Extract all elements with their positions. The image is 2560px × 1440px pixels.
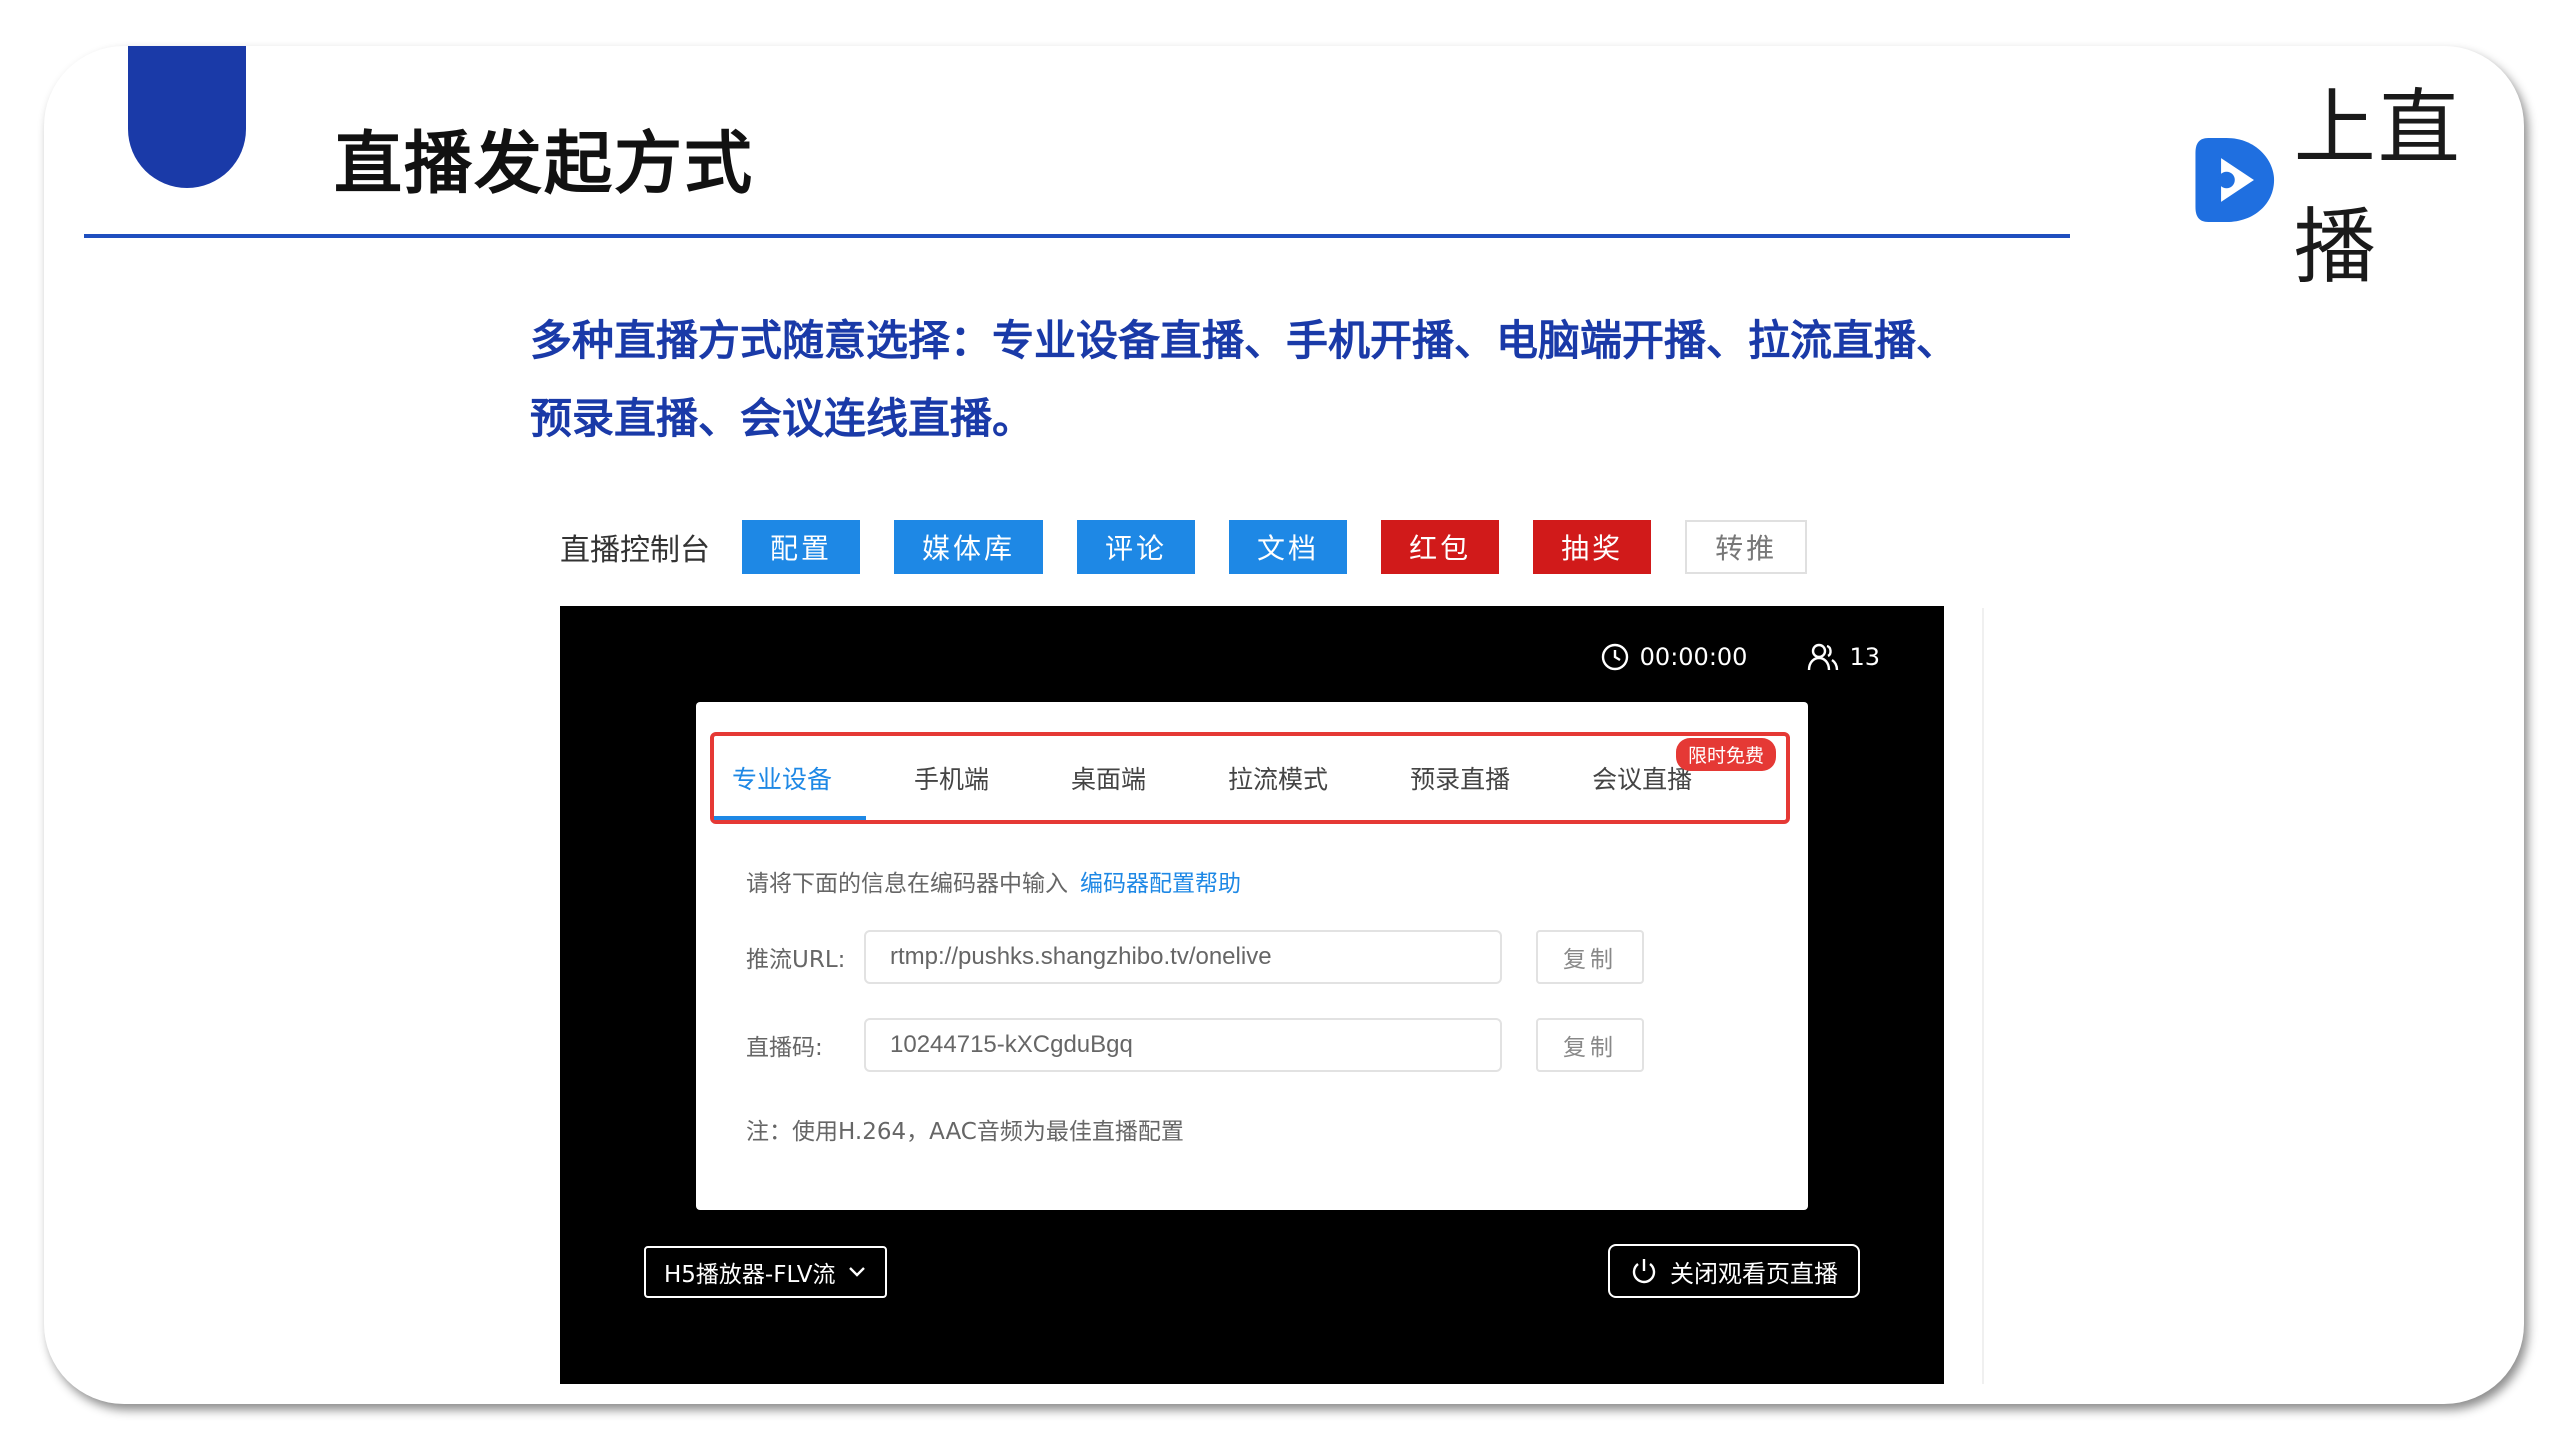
encoder-help-link[interactable]: 编码器配置帮助 [1080,871,1241,897]
title-tab-marker [128,46,246,188]
chevron-down-icon [849,1267,866,1277]
close-viewer-label: 关闭观看页直播 [1670,1259,1838,1288]
close-viewer-button[interactable]: 关闭观看页直播 [1608,1244,1860,1298]
console-toolbar: 直播控制台 配置 媒体库 评论 文档 红包 抽奖 转推 [560,519,1841,575]
copy-push-url-button[interactable]: 复制 [1536,930,1644,984]
page-title: 直播发起方式 [334,125,755,204]
intro-line-1: 多种直播方式随意选择：专业设备直播、手机开播、电脑端开播、拉流直播、 [530,316,1959,365]
comments-button[interactable]: 评论 [1077,520,1196,574]
tab-mobile[interactable]: 手机端 [908,760,995,796]
tab-prerecorded[interactable]: 预录直播 [1404,760,1516,796]
mode-tabs: 专业设备 手机端 桌面端 拉流模式 预录直播 会议直播 [713,736,1768,820]
free-badge: 限时免费 [1675,738,1776,771]
title-divider [84,234,2070,238]
stream-key-field[interactable]: 10244715-kXCgduBgq [864,1018,1502,1072]
push-url-field[interactable]: rtmp://pushks.shangzhibo.tv/onelive [864,930,1502,984]
brand-logo: 上直播 [2190,81,2524,295]
intro-text: 多种直播方式随意选择：专业设备直播、手机开播、电脑端开播、拉流直播、 预录直播、… [530,302,2090,458]
stream-key-label: 直播码: [746,1035,823,1061]
mode-tabs-highlight: 专业设备 手机端 桌面端 拉流模式 预录直播 会议直播 限时免费 [710,732,1790,824]
timer-value: 00:00:00 [1639,643,1748,671]
tab-pro-device[interactable]: 专业设备 [713,760,867,820]
stream-key-row: 直播码: 10244715-kXCgduBgq 复制 [746,1018,1644,1072]
push-url-label: 推流URL: [746,947,846,973]
push-url-row: 推流URL: rtmp://pushks.shangzhibo.tv/oneli… [746,930,1644,984]
lottery-button[interactable]: 抽奖 [1533,520,1652,574]
timer: 00:00:00 [1600,642,1748,672]
live-stage: 00:00:00 13 专业设备 手机端 桌面端 拉流模式 预录直播 会议直播 … [560,606,1944,1384]
users-icon [1808,643,1839,671]
side-panel-edge [1982,608,2006,1384]
slide-card: 直播发起方式 上直播 多种直播方式随意选择：专业设备直播、手机开播、电脑端开播、… [44,46,2524,1404]
restream-button[interactable]: 转推 [1685,520,1808,574]
viewer-count-value: 13 [1849,643,1880,671]
tab-pull-stream[interactable]: 拉流模式 [1222,760,1334,796]
power-icon [1632,1259,1656,1284]
config-note: 注：使用H.264，AAC音频为最佳直播配置 [746,1119,1184,1145]
player-select-value: H5播放器-FLV流 [664,1262,836,1288]
encoder-hint: 请将下面的信息在编码器中输入 编码器配置帮助 [746,864,1241,898]
copy-stream-key-button[interactable]: 复制 [1536,1018,1644,1072]
tab-desktop[interactable]: 桌面端 [1065,760,1152,796]
config-button[interactable]: 配置 [742,520,861,574]
hint-text: 请将下面的信息在编码器中输入 [746,871,1068,897]
player-select[interactable]: H5播放器-FLV流 [644,1246,888,1298]
red-packet-button[interactable]: 红包 [1381,520,1500,574]
logo-text: 上直播 [2293,81,2462,295]
viewer-count: 13 [1807,642,1880,672]
documents-button[interactable]: 文档 [1229,520,1348,574]
stream-settings-panel: 专业设备 手机端 桌面端 拉流模式 预录直播 会议直播 限时免费 请将下面的信息… [696,702,1808,1210]
stage-status: 00:00:00 13 [1540,642,1880,672]
intro-line-2: 预录直播、会议连线直播。 [530,394,1035,443]
clock-icon [1601,643,1628,671]
play-logo-icon [2195,137,2275,223]
console-label: 直播控制台 [560,533,710,568]
media-library-button[interactable]: 媒体库 [894,520,1044,574]
